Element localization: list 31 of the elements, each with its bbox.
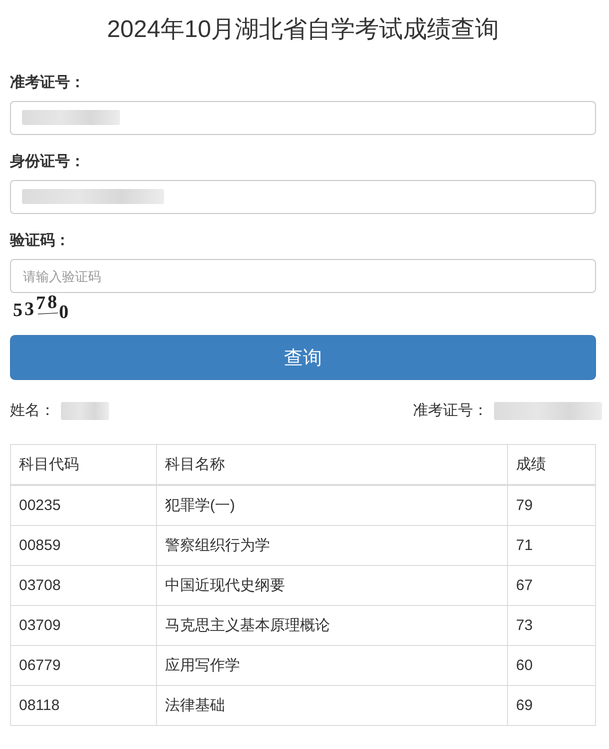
- table-cell: 67: [508, 566, 596, 606]
- table-cell: 中国近现代史纲要: [156, 566, 508, 606]
- table-cell: 71: [508, 526, 596, 566]
- column-header: 成绩: [508, 444, 596, 485]
- table-cell: 03709: [10, 606, 156, 646]
- table-cell: 60: [508, 646, 596, 686]
- field-label: 验证码：: [10, 231, 71, 251]
- info-label: 准考证号：: [413, 401, 488, 421]
- field-label: 准考证号：: [10, 73, 86, 93]
- table-cell: 08118: [10, 686, 156, 726]
- table-cell: 03708: [10, 566, 156, 606]
- table-cell: 79: [508, 485, 596, 526]
- table-cell: 警察组织行为学: [156, 526, 508, 566]
- table-cell: 马克思主义基本原理概论: [156, 606, 508, 646]
- input-field[interactable]: 请输入验证码: [10, 259, 596, 293]
- page-title: 2024年10月湖北省自学考试成绩查询: [106, 15, 500, 45]
- table-cell: 00859: [10, 526, 156, 566]
- captcha-image[interactable]: 53780: [13, 297, 70, 321]
- table-cell: 06779: [10, 646, 156, 686]
- column-header: 科目代码: [10, 444, 156, 485]
- table-cell: 应用写作学: [156, 646, 508, 686]
- table-cell: 犯罪学(一): [156, 485, 508, 526]
- table-cell: 73: [508, 606, 596, 646]
- column-header: 科目名称: [156, 444, 508, 485]
- input-field[interactable]: [10, 101, 596, 135]
- table-cell: 00235: [10, 485, 156, 526]
- info-label: 姓名：: [10, 401, 55, 421]
- table-cell: 法律基础: [156, 686, 508, 726]
- field-label: 身份证号：: [10, 152, 86, 172]
- table-cell: 69: [508, 686, 596, 726]
- query-button[interactable]: 查询: [10, 335, 596, 380]
